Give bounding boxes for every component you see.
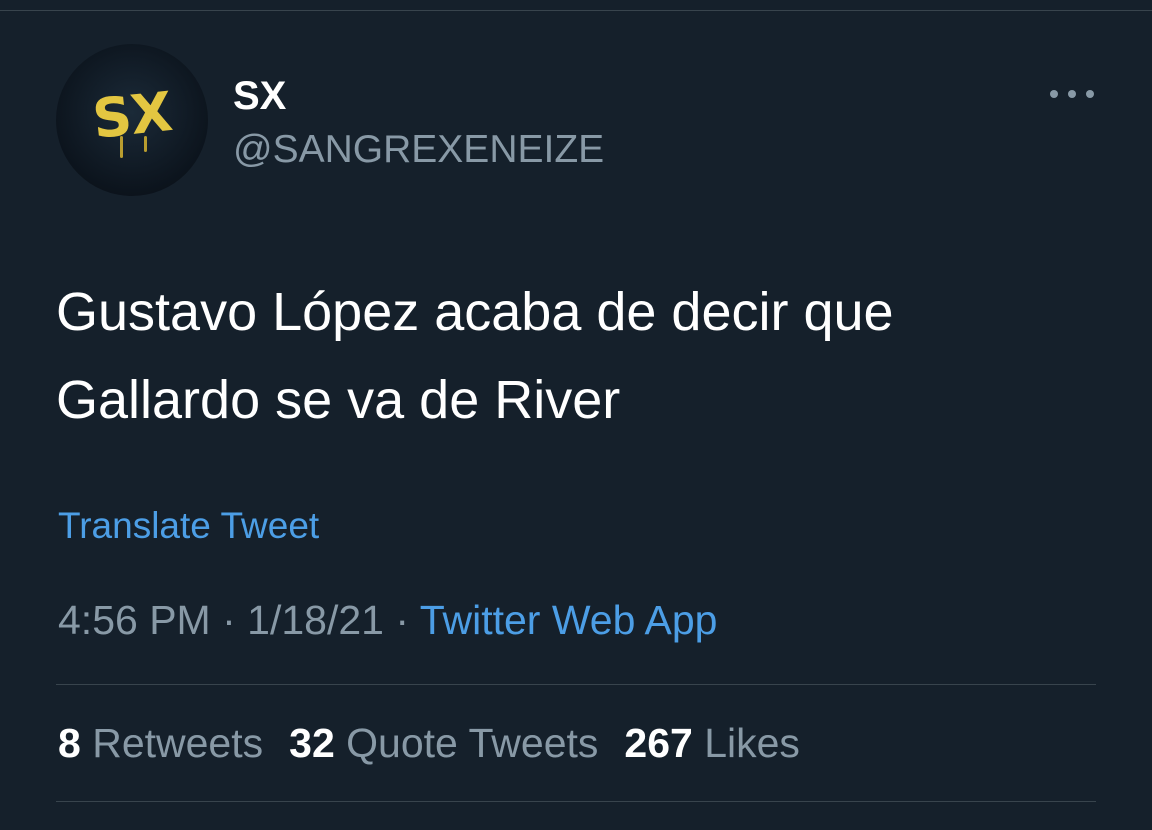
top-divider (0, 10, 1152, 11)
dot (1050, 90, 1058, 98)
likes-count: 267 (624, 720, 693, 766)
divider (56, 801, 1096, 802)
dot (1086, 90, 1094, 98)
tweet-time[interactable]: 4:56 PM (58, 597, 211, 643)
likes-stat[interactable]: 267 Likes (624, 720, 800, 766)
retweets-count: 8 (58, 720, 81, 766)
translate-tweet-link[interactable]: Translate Tweet (58, 505, 319, 547)
quote-tweets-label: Quote Tweets (346, 720, 599, 766)
tweet-detail-screen: SX SX @SANGREXENEIZE Gustavo López acaba… (0, 0, 1152, 830)
retweets-label: Retweets (92, 720, 264, 766)
more-horizontal-icon[interactable] (1050, 80, 1094, 108)
tweet-text-line: Gallardo se va de River (56, 370, 621, 430)
user-handle[interactable]: @SANGREXENEIZE (233, 128, 604, 172)
tweet-text-line: Gustavo López acaba de decir que (56, 282, 894, 342)
tweet-date[interactable]: 1/18/21 (247, 597, 384, 643)
display-name[interactable]: SX (233, 74, 286, 119)
retweets-stat[interactable]: 8 Retweets (58, 720, 263, 766)
likes-label: Likes (704, 720, 800, 766)
avatar-logo-text: SX (89, 80, 175, 151)
divider (56, 684, 1096, 685)
dot (1068, 90, 1076, 98)
separator: · (395, 597, 410, 643)
avatar[interactable]: SX (56, 44, 208, 196)
quote-tweets-count: 32 (289, 720, 335, 766)
separator: · (222, 597, 236, 643)
tweet-source-link[interactable]: Twitter Web App (420, 597, 718, 643)
tweet-stats: 8 Retweets 32 Quote Tweets 267 Likes (58, 720, 800, 767)
tweet-metadata: 4:56 PM · 1/18/21 · Twitter Web App (58, 597, 717, 644)
tweet-text: Gustavo López acaba de decir que Gallard… (56, 268, 1116, 444)
quote-tweets-stat[interactable]: 32 Quote Tweets (289, 720, 598, 766)
